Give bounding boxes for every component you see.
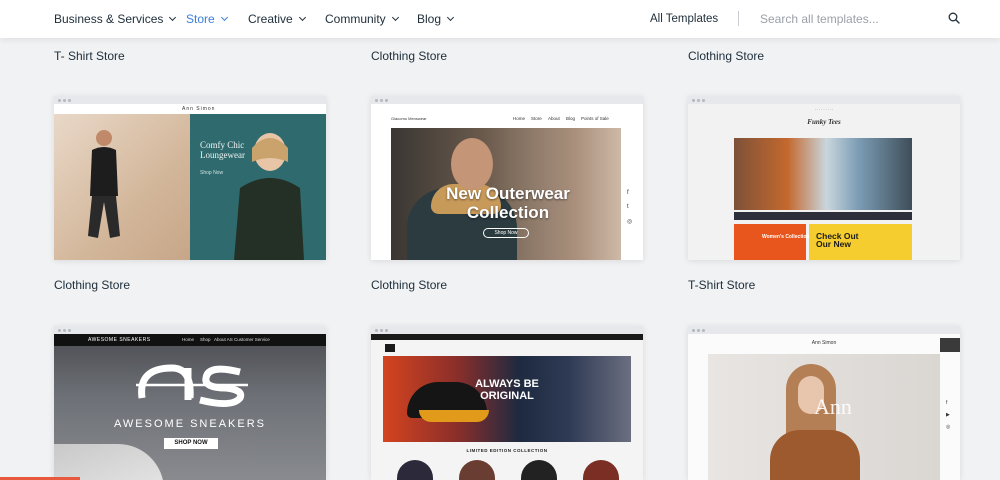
chevron-down-icon [446, 13, 455, 22]
browser-chrome [371, 326, 643, 334]
instagram-icon: ◎ [946, 424, 951, 430]
twitter-icon: t [627, 204, 629, 210]
template-preview: Giacomo Menswear Home Store About Blog P… [371, 104, 643, 260]
template-preview: ALWAYS BE ORIGINAL LIMITED EDITION COLLE… [371, 334, 643, 480]
nav-divider [738, 11, 739, 26]
template-title[interactable]: T-Shirt Store [688, 278, 755, 292]
youtube-icon: ▶ [946, 412, 950, 418]
nav-store[interactable]: Store [186, 0, 228, 38]
facebook-icon: f [946, 400, 948, 406]
nav-blog[interactable]: Blog [417, 0, 455, 38]
template-card-funky-tees[interactable]: · · · · · · · · · Funky Tees Women's Col… [688, 96, 960, 260]
template-preview: Ann Simon Comfy Chic Loungewear Shop Now [54, 104, 326, 260]
nav-community[interactable]: Community [325, 0, 399, 38]
template-preview: Ann Simon Ann f ▶ ◎ [688, 334, 960, 480]
brand-logo [136, 364, 248, 407]
nav-business-services[interactable]: Business & Services [54, 0, 177, 38]
browser-chrome [371, 96, 643, 104]
menu-icon [940, 338, 960, 352]
model-figure [88, 130, 120, 238]
chevron-down-icon [391, 13, 399, 22]
chevron-down-icon [169, 13, 177, 22]
all-templates-link[interactable]: All Templates [650, 0, 718, 38]
hero-photo [734, 138, 912, 210]
nav-creative[interactable]: Creative [248, 0, 306, 38]
template-title[interactable]: Clothing Store [371, 278, 447, 292]
browser-chrome [54, 96, 326, 104]
template-card-comfy-chic[interactable]: Ann Simon Comfy Chic Loungewear Shop Now [54, 96, 326, 260]
template-preview: AWESOME SNEAKERS Home Shop About AS Cust… [54, 334, 326, 480]
template-title[interactable]: Clothing Store [688, 49, 764, 63]
chevron-down-icon [220, 13, 228, 22]
search-input[interactable] [760, 9, 940, 29]
template-card-outerwear[interactable]: Giacomo Menswear Home Store About Blog P… [371, 96, 643, 260]
template-preview: · · · · · · · · · Funky Tees Women's Col… [688, 104, 960, 260]
chevron-down-icon [298, 13, 306, 22]
template-card-sneakers[interactable]: AWESOME SNEAKERS Home Shop About AS Cust… [54, 326, 326, 480]
facebook-icon: f [627, 190, 629, 196]
template-title[interactable]: Clothing Store [54, 278, 130, 292]
template-card-original[interactable]: ALWAYS BE ORIGINAL LIMITED EDITION COLLE… [371, 326, 643, 480]
browser-chrome [54, 326, 326, 334]
template-card-ann-simon[interactable]: Ann Simon Ann f ▶ ◎ [688, 326, 960, 480]
top-nav: Business & Services Store Creative Commu… [0, 0, 1000, 38]
browser-chrome [688, 96, 960, 104]
template-title[interactable]: T- Shirt Store [54, 49, 125, 63]
search-icon[interactable] [948, 12, 960, 24]
browser-chrome [688, 326, 960, 334]
instagram-icon: ◎ [627, 219, 633, 225]
template-title[interactable]: Clothing Store [371, 49, 447, 63]
model-figure [234, 133, 304, 260]
